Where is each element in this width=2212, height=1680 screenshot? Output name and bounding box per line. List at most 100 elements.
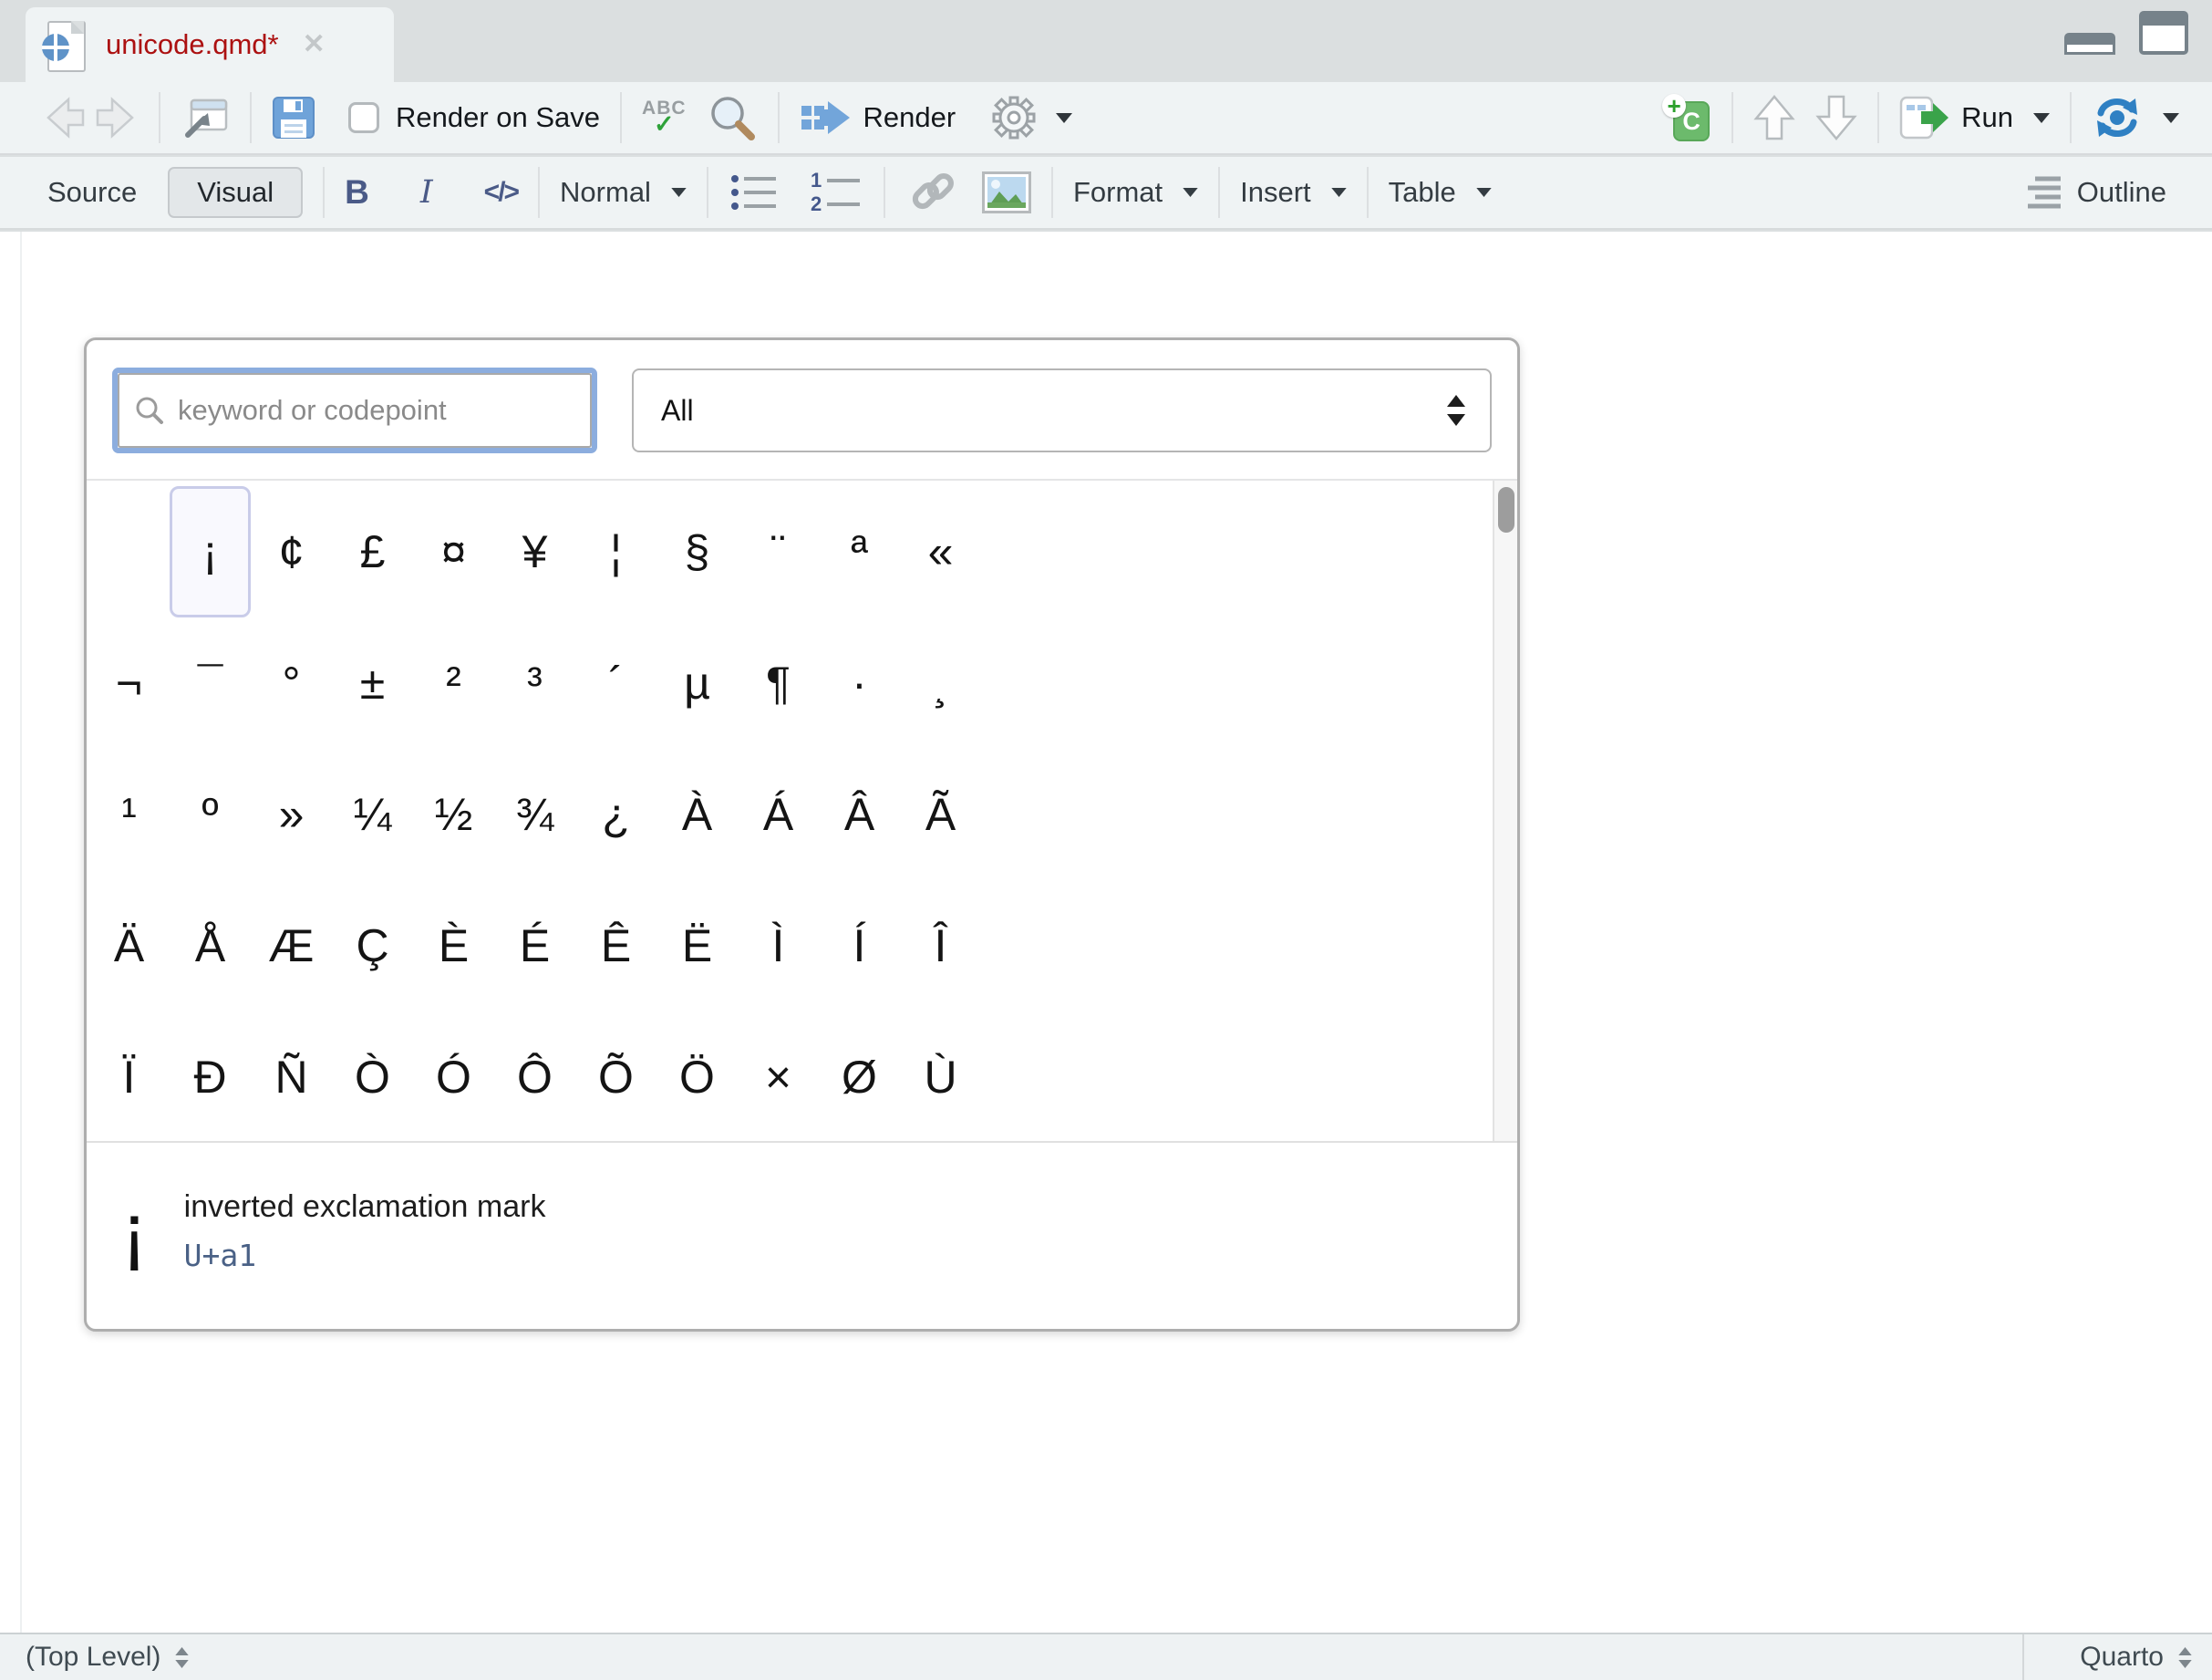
char-cell[interactable]: Ô <box>494 1011 575 1143</box>
char-cell[interactable]: Ë <box>656 880 738 1011</box>
paragraph-style-dropdown[interactable]: Normal <box>560 176 687 209</box>
char-cell[interactable]: Á <box>738 749 819 880</box>
char-cell[interactable]: ½ <box>413 749 494 880</box>
char-cell[interactable]: ² <box>413 617 494 749</box>
char-cell[interactable]: ± <box>332 617 413 749</box>
char-cell[interactable]: Ù <box>900 1011 981 1143</box>
char-cell[interactable]: Ê <box>575 880 656 1011</box>
char-cell[interactable]: « <box>900 486 981 617</box>
char-cell[interactable]: Ï <box>88 1011 170 1143</box>
source-document-button[interactable] <box>2092 95 2179 140</box>
numbered-list-button[interactable]: 1 2 <box>809 170 863 215</box>
find-button[interactable] <box>707 92 758 143</box>
char-cell[interactable]: Æ <box>251 880 332 1011</box>
spellcheck-icon: ABC ✓ <box>642 99 687 137</box>
outline-toggle-button[interactable]: Outline <box>2026 174 2166 211</box>
char-cell[interactable]: £ <box>332 486 413 617</box>
symbol-search-input[interactable] <box>176 374 590 447</box>
image-button[interactable] <box>982 171 1031 213</box>
scope-selector[interactable]: (Top Level) <box>0 1642 2022 1673</box>
char-cell[interactable]: ¢ <box>251 486 332 617</box>
symbol-search-field <box>112 368 597 453</box>
render-options-button[interactable] <box>992 96 1072 140</box>
char-cell[interactable]: × <box>738 1011 819 1143</box>
scope-spinner-icon <box>175 1647 189 1668</box>
scrollbar-thumb[interactable] <box>1498 487 1514 533</box>
char-cell[interactable]: Ð <box>170 1011 251 1143</box>
symbol-grid-scrollbar[interactable] <box>1493 481 1517 1141</box>
run-next-chunk-button[interactable] <box>1815 94 1857 141</box>
table-menu[interactable]: Table <box>1389 176 1492 209</box>
char-cell[interactable]: ´ <box>575 617 656 749</box>
save-button[interactable] <box>272 96 315 140</box>
char-cell[interactable]: Ö <box>656 1011 738 1143</box>
char-cell[interactable]: ¼ <box>332 749 413 880</box>
render-on-save-checkbox[interactable]: Render on Save <box>348 101 600 134</box>
run-button[interactable]: Run <box>1899 95 2050 140</box>
link-button[interactable] <box>905 169 958 216</box>
char-cell[interactable]: Í <box>819 880 900 1011</box>
symbol-category-select[interactable]: All <box>632 368 1492 452</box>
visual-mode-button[interactable]: Visual <box>168 167 303 218</box>
bullet-list-button[interactable] <box>729 171 781 214</box>
char-cell[interactable]: ª <box>819 486 900 617</box>
source-mode-button[interactable]: Source <box>47 176 137 209</box>
char-cell[interactable]: Å <box>170 880 251 1011</box>
maximize-pane-icon[interactable] <box>2139 11 2188 55</box>
char-cell[interactable]: Ç <box>332 880 413 1011</box>
tab-close-icon[interactable]: ✕ <box>303 31 326 58</box>
char-cell[interactable]: Ò <box>332 1011 413 1143</box>
char-cell[interactable]: ¶ <box>738 617 819 749</box>
char-cell[interactable]: º <box>170 749 251 880</box>
char-cell[interactable]: Ä <box>88 880 170 1011</box>
toolbar-divider <box>1731 92 1733 143</box>
char-cell[interactable]: ¥ <box>494 486 575 617</box>
forward-button[interactable] <box>95 97 139 139</box>
bold-button[interactable]: B <box>345 173 369 212</box>
insert-menu[interactable]: Insert <box>1240 176 1347 209</box>
char-cell[interactable]: Ã <box>900 749 981 880</box>
chevron-down-icon <box>1331 188 1347 197</box>
render-button[interactable]: Render <box>800 98 956 138</box>
char-cell[interactable]: ¤ <box>413 486 494 617</box>
toolbar-divider <box>707 167 708 218</box>
char-cell[interactable] <box>88 486 170 617</box>
char-cell[interactable]: Õ <box>575 1011 656 1143</box>
char-cell[interactable]: À <box>656 749 738 880</box>
format-menu[interactable]: Format <box>1073 176 1198 209</box>
image-icon <box>982 171 1031 213</box>
char-cell[interactable]: É <box>494 880 575 1011</box>
char-cell[interactable]: ¿ <box>575 749 656 880</box>
minimize-pane-icon[interactable] <box>2064 33 2115 55</box>
char-cell[interactable]: § <box>656 486 738 617</box>
run-previous-chunks-button[interactable] <box>1753 94 1795 141</box>
char-cell[interactable]: µ <box>656 617 738 749</box>
spellcheck-button[interactable]: ABC ✓ <box>642 99 694 137</box>
italic-button[interactable]: I <box>420 174 433 211</box>
char-cell[interactable]: Ñ <box>251 1011 332 1143</box>
char-cell[interactable]: ¾ <box>494 749 575 880</box>
char-cell[interactable]: ¹ <box>88 749 170 880</box>
char-cell[interactable]: Â <box>819 749 900 880</box>
char-cell[interactable]: ³ <box>494 617 575 749</box>
char-cell[interactable]: ¬ <box>88 617 170 749</box>
char-cell[interactable]: ¡ <box>170 486 251 617</box>
insert-chunk-button[interactable]: C + <box>1662 94 1711 141</box>
tab-unicode-qmd[interactable]: unicode.qmd* ✕ <box>26 7 394 82</box>
char-cell[interactable]: ¦ <box>575 486 656 617</box>
char-cell[interactable]: ° <box>251 617 332 749</box>
char-cell[interactable]: Ó <box>413 1011 494 1143</box>
char-cell[interactable]: Ø <box>819 1011 900 1143</box>
char-cell[interactable]: ¯ <box>170 617 251 749</box>
char-cell[interactable]: · <box>819 617 900 749</box>
char-cell[interactable]: ¨ <box>738 486 819 617</box>
char-cell[interactable]: È <box>413 880 494 1011</box>
char-cell[interactable]: Î <box>900 880 981 1011</box>
char-cell[interactable]: » <box>251 749 332 880</box>
document-mode-selector[interactable]: Quarto <box>2022 1634 2212 1680</box>
code-button[interactable]: </> <box>484 177 518 208</box>
char-cell[interactable]: Ì <box>738 880 819 1011</box>
back-button[interactable] <box>42 97 86 139</box>
char-cell[interactable]: ¸ <box>900 617 981 749</box>
popout-window-button[interactable] <box>181 95 230 140</box>
